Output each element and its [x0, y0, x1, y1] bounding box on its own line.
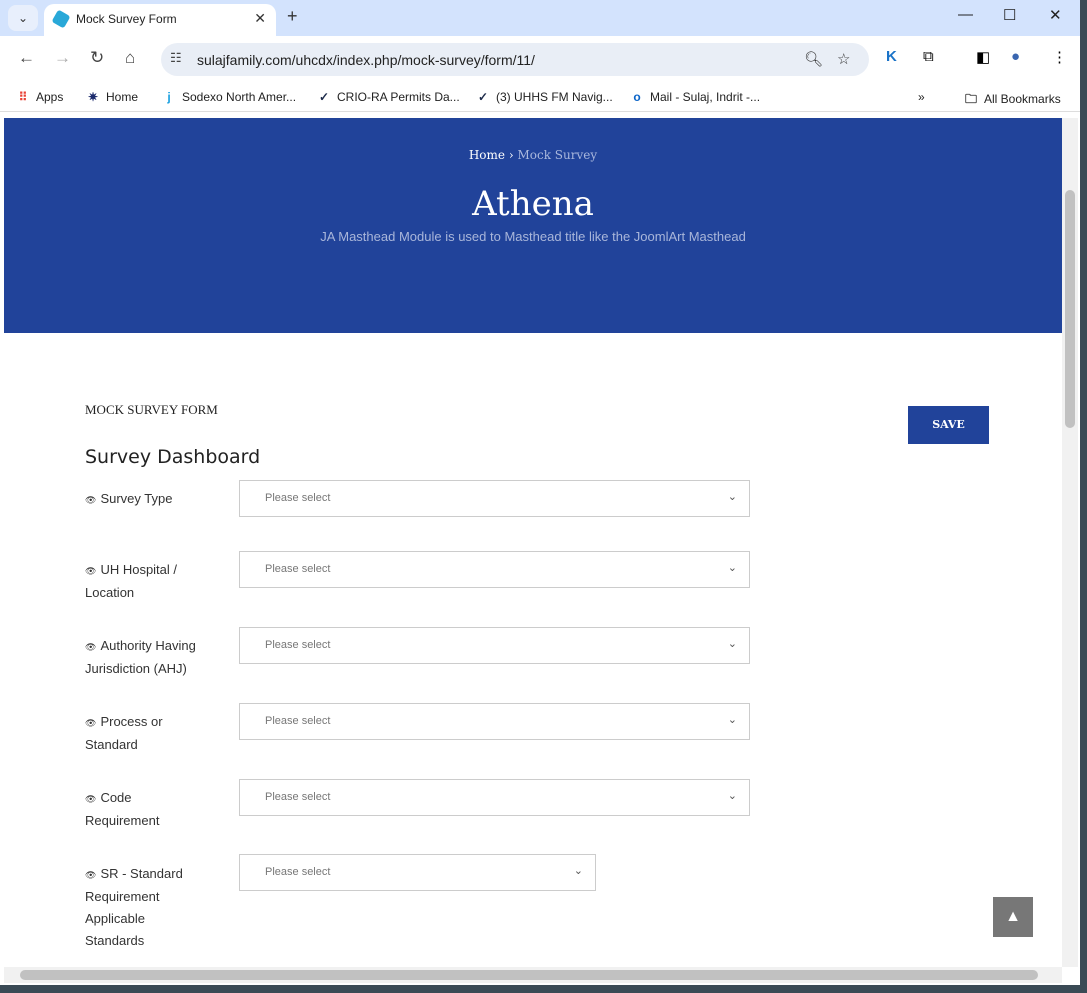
breadcrumb-current: Mock Survey — [517, 148, 598, 162]
masthead-subtitle: JA Masthead Module is used to Masthead t… — [320, 229, 746, 244]
vertical-scroll-thumb[interactable] — [1065, 190, 1075, 428]
check-icon: ✓ — [477, 90, 489, 104]
j-icon: j — [167, 90, 171, 104]
menu-icon[interactable]: ⋮ — [1052, 48, 1067, 66]
field-label: 👁 Authority Having Jurisdiction (AHJ) — [85, 638, 196, 676]
address-bar[interactable]: ☷ sulajfamily.com/uhcdx/index.php/mock-s… — [161, 43, 869, 76]
standard-requirement-select[interactable]: Please select ⌄ — [239, 854, 596, 891]
hospital-location-select[interactable]: Please select ⌄ — [239, 551, 750, 588]
k-extension-icon[interactable]: K — [886, 48, 897, 65]
survey-type-select[interactable]: Please select ⌄ — [239, 480, 750, 517]
star-icon: ✷ — [87, 90, 99, 104]
save-button[interactable]: SAVE — [908, 406, 989, 444]
url-text[interactable]: sulajfamily.com/uhcdx/index.php/mock-sur… — [197, 52, 535, 68]
masthead: Home › Mock Survey Athena JA Masthead Mo… — [4, 118, 1062, 333]
eye-icon: 👁 — [85, 794, 97, 804]
outlook-icon: o — [633, 90, 641, 104]
back-button[interactable]: ← — [18, 48, 35, 68]
back-to-top-button[interactable]: ▲ — [993, 897, 1033, 937]
forward-button[interactable]: → — [54, 48, 71, 68]
ahj-select[interactable]: Please select ⌄ — [239, 627, 750, 664]
chevron-down-icon: ⌄ — [727, 714, 737, 726]
extensions-icon[interactable]: ⧉ — [923, 48, 934, 65]
bookmark-mail[interactable]: o Mail - Sulaj, Indrit -... — [630, 90, 760, 104]
field-label: 👁 UH Hospital / Location — [85, 562, 178, 600]
chevron-down-icon: ⌄ — [727, 491, 737, 503]
bookmark-star-icon[interactable]: ☆ — [837, 50, 850, 68]
site-info-icon[interactable]: ☷ — [170, 50, 182, 66]
more-bookmarks-icon[interactable]: » — [918, 90, 925, 104]
field-label: 👁 SR - Standard Requirement Applicable St… — [85, 866, 183, 948]
horizontal-scrollbar[interactable] — [4, 967, 1062, 983]
eye-icon: 👁 — [85, 642, 97, 652]
side-panel-icon[interactable]: ◧ — [976, 48, 990, 66]
masthead-title: Athena — [472, 184, 594, 224]
browser-toolbar: ← → ↻ ⌂ ☷ sulajfamily.com/uhcdx/index.ph… — [0, 36, 1080, 82]
tab-bar: ⌄ Mock Survey Form ✕ + — ☐ ✕ — [0, 0, 1080, 36]
tab-search-button[interactable]: ⌄ — [8, 5, 38, 31]
tab-mock-survey-form[interactable]: Mock Survey Form ✕ — [44, 4, 276, 36]
field-label: 👁 Process or Standard — [85, 714, 163, 752]
close-tab-icon[interactable]: ✕ — [254, 10, 266, 27]
breadcrumb: Home › Mock Survey — [4, 148, 1062, 162]
profile-avatar[interactable]: ● — [1011, 48, 1020, 65]
horizontal-scroll-thumb[interactable] — [20, 970, 1038, 980]
chevron-down-icon: ⌄ — [727, 562, 737, 574]
form-title: MOCK SURVEY FORM — [85, 402, 218, 417]
close-window-button[interactable]: ✕ — [1049, 6, 1062, 24]
chevron-down-icon: ⌄ — [573, 865, 583, 877]
eye-icon: 👁 — [85, 566, 97, 576]
chevron-down-icon: ⌄ — [727, 638, 737, 650]
bookmark-sodexo[interactable]: j Sodexo North Amer... — [162, 90, 296, 104]
all-bookmarks[interactable]: 🗀 All Bookmarks — [964, 90, 1061, 111]
eye-icon: 👁 — [85, 718, 97, 728]
new-tab-button[interactable]: + — [287, 6, 298, 27]
folder-icon: 🗀 — [964, 92, 977, 106]
bookmark-crio[interactable]: ✓ CRIO-RA Permits Da... — [317, 90, 460, 104]
site-favicon-icon — [51, 9, 71, 29]
field-label: 👁 Code Requirement — [85, 790, 160, 828]
bookmark-apps[interactable]: ⠿ Apps — [16, 90, 64, 104]
tab-title: Mock Survey Form — [76, 12, 177, 26]
bookmarks-bar: ⠿ Apps ✷ Home j Sodexo North Amer... ✓ CRIO-… — [0, 82, 1080, 112]
page-content: Home › Mock Survey Athena JA Masthead Mo… — [4, 118, 1062, 967]
home-button[interactable]: ⌂ — [125, 48, 135, 68]
bookmark-home[interactable]: ✷ Home — [86, 90, 138, 104]
reload-button[interactable]: ↻ — [90, 48, 104, 68]
apps-grid-icon: ⠿ — [18, 90, 28, 104]
chevron-down-icon: ⌄ — [727, 790, 737, 802]
field-label: 👁 Survey Type — [85, 491, 173, 506]
code-requirement-select[interactable]: Please select ⌄ — [239, 779, 750, 816]
check-icon: ✓ — [318, 90, 330, 104]
bookmark-uhhs[interactable]: ✓ (3) UHHS FM Navig... — [476, 90, 613, 104]
process-standard-select[interactable]: Please select ⌄ — [239, 703, 750, 740]
eye-icon: 👁 — [85, 495, 97, 505]
zoom-icon[interactable]: 🔍︎ — [804, 50, 823, 68]
minimize-button[interactable]: — — [958, 6, 973, 23]
maximize-button[interactable]: ☐ — [1003, 6, 1016, 24]
section-heading: Survey Dashboard — [85, 446, 261, 468]
vertical-scrollbar[interactable] — [1062, 118, 1078, 967]
eye-icon: 👁 — [85, 870, 97, 880]
breadcrumb-home[interactable]: Home — [469, 148, 505, 162]
